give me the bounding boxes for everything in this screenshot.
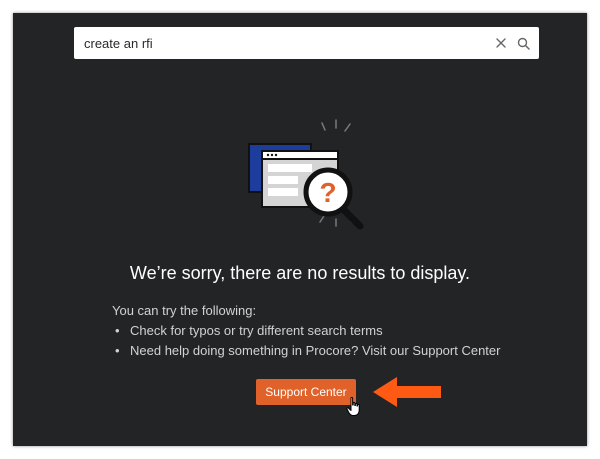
suggestion-item: Check for typos or try different search … bbox=[112, 321, 542, 341]
annotation-arrow-icon bbox=[373, 377, 441, 407]
hand-cursor-icon bbox=[346, 397, 360, 416]
magnifier-question-icon: ? bbox=[303, 167, 364, 230]
suggestion-item: Need help doing something in Procore? Vi… bbox=[112, 341, 542, 361]
suggestions-list: Check for typos or try different search … bbox=[112, 321, 542, 361]
support-center-button[interactable]: Support Center bbox=[256, 379, 356, 405]
suggestions-block: You can try the following: Check for typ… bbox=[112, 301, 542, 361]
no-results-heading: We’re sorry, there are no results to dis… bbox=[129, 263, 471, 283]
suggestions-intro: You can try the following: bbox=[112, 303, 257, 318]
support-center-link[interactable]: Need help doing something in Procore? Vi… bbox=[130, 343, 500, 358]
search-input[interactable] bbox=[74, 27, 491, 59]
search-results-panel: ? We’re sorry, there are no results to d… bbox=[13, 13, 587, 446]
close-icon[interactable] bbox=[491, 33, 511, 53]
search-bar bbox=[74, 27, 539, 59]
no-results-illustration: ? bbox=[248, 119, 364, 230]
svg-text:?: ? bbox=[319, 177, 336, 208]
search-icon[interactable] bbox=[513, 33, 533, 53]
